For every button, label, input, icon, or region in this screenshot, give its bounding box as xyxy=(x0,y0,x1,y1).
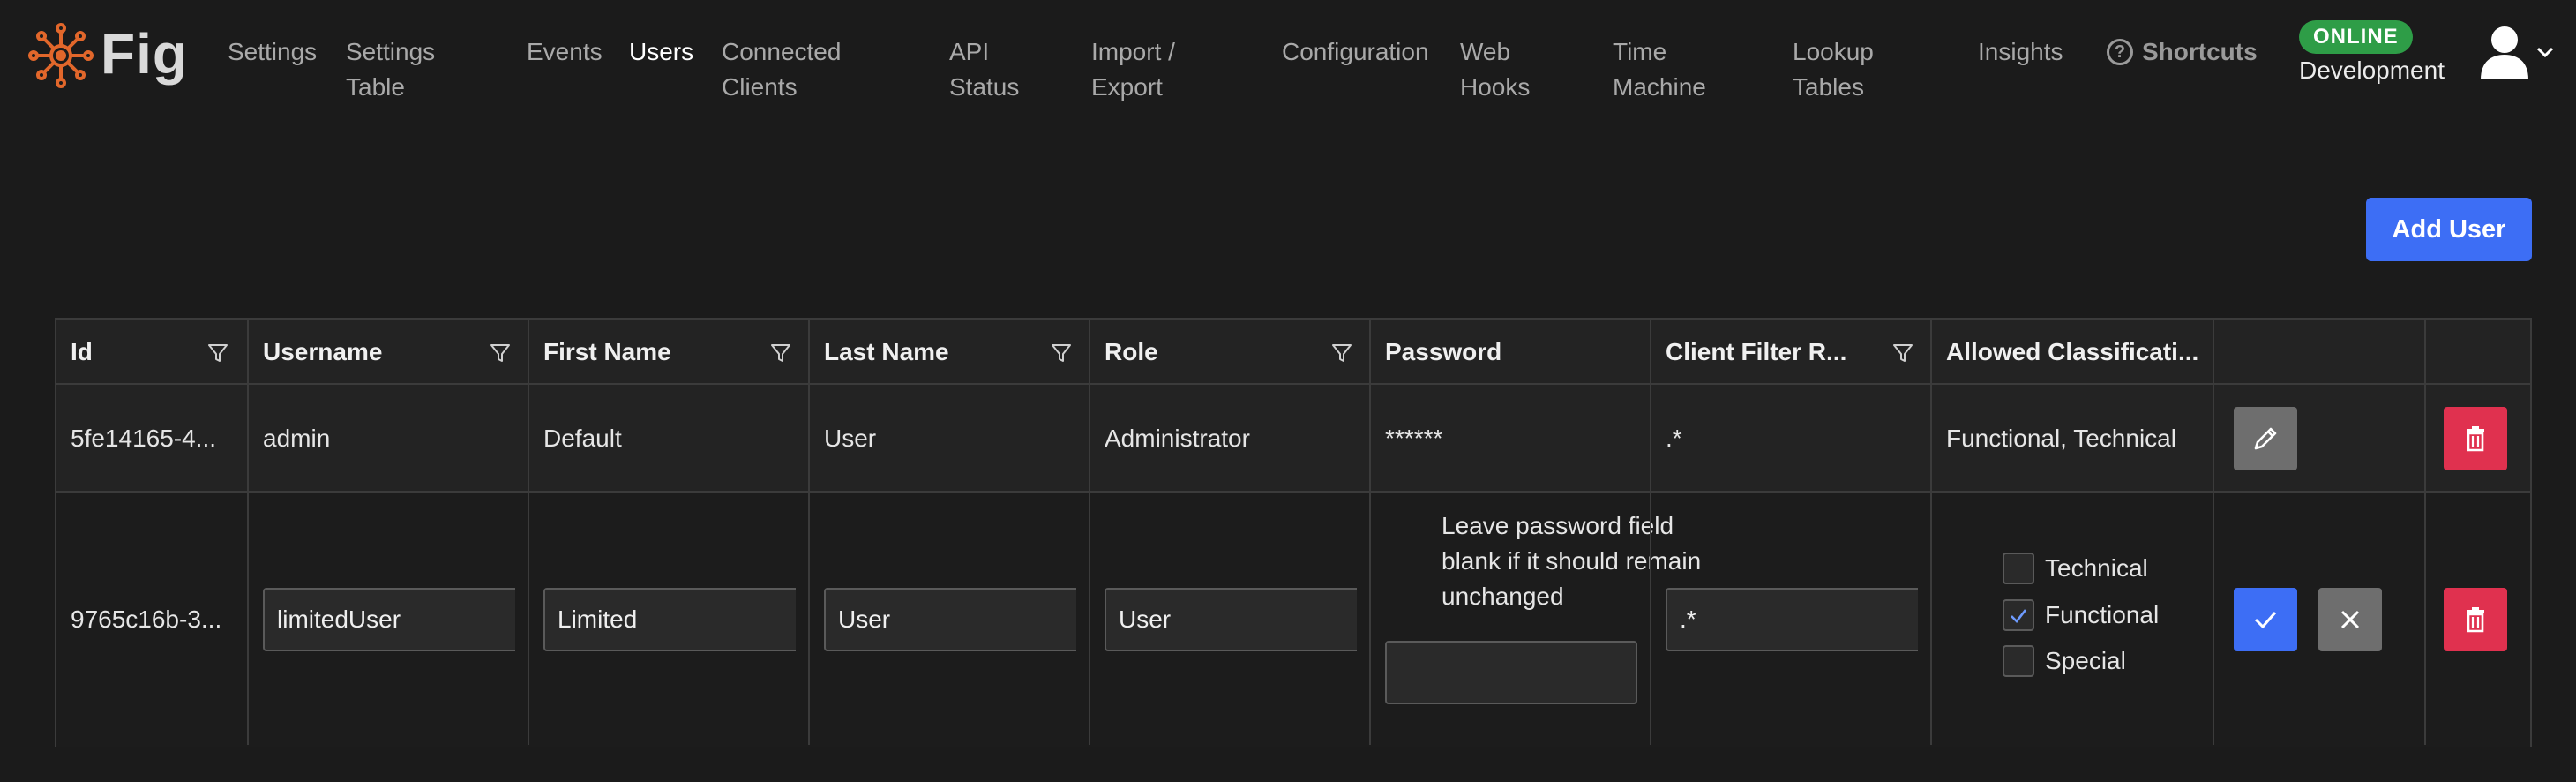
table-row: 5fe14165-4... admin Default User Adminis… xyxy=(56,385,2530,493)
fig-logo-icon xyxy=(28,23,94,88)
nav-settings[interactable]: Settings xyxy=(228,34,317,70)
column-header-allowed-classifications[interactable]: Allowed Classificati... xyxy=(1946,320,2214,385)
users-table: Id Username First Name Last Name Role Pa… xyxy=(55,318,2532,747)
cell-role: Administrator xyxy=(1105,425,1250,452)
nav-lookup-tables[interactable]: Lookup Tables xyxy=(1793,34,1874,105)
column-header-client-filter[interactable]: Client Filter R... xyxy=(1666,320,1895,385)
password-input[interactable] xyxy=(1385,641,1637,704)
save-button[interactable] xyxy=(2234,588,2297,651)
nav-time-machine[interactable]: Time Machine xyxy=(1613,34,1706,105)
cell-classifications: Functional, Technical xyxy=(1946,425,2176,452)
checkbox[interactable] xyxy=(2003,553,2034,584)
last-name-input[interactable] xyxy=(824,588,1076,651)
user-avatar-icon xyxy=(2481,26,2528,79)
checkbox-label: Special xyxy=(2045,647,2126,674)
column-divider[interactable] xyxy=(1930,320,1932,745)
delete-button[interactable] xyxy=(2444,588,2507,651)
column-divider[interactable] xyxy=(808,320,810,745)
filter-icon[interactable] xyxy=(206,342,229,365)
trash-icon xyxy=(2467,426,2484,452)
top-nav: Fig Settings Settings Table Events Users… xyxy=(0,0,2576,115)
cell-username: admin xyxy=(263,425,331,452)
cell-client-filter: .* xyxy=(1666,425,1682,452)
nav-users[interactable]: Users xyxy=(629,34,693,70)
column-header-first-name[interactable]: First Name xyxy=(543,320,764,385)
table-row-editing: 9765c16b-3... Leave password field blank… xyxy=(56,493,2530,747)
nav-configuration[interactable]: Configuration xyxy=(1282,34,1429,70)
check-icon xyxy=(2011,609,2027,623)
check-icon xyxy=(2254,612,2277,629)
question-circle-icon: ? xyxy=(2107,39,2133,65)
status-badge: ONLINE xyxy=(2299,20,2413,54)
cell-first-name: Default xyxy=(543,425,622,452)
filter-icon[interactable] xyxy=(769,342,792,365)
role-select[interactable] xyxy=(1105,588,1357,651)
shortcuts-label: Shortcuts xyxy=(2142,38,2258,65)
filter-icon[interactable] xyxy=(1050,342,1073,365)
first-name-input[interactable] xyxy=(543,588,796,651)
pencil-icon xyxy=(2254,427,2277,450)
username-input[interactable] xyxy=(263,588,515,651)
column-divider[interactable] xyxy=(528,320,529,745)
nav-insights[interactable]: Insights xyxy=(1978,34,2063,70)
cancel-button[interactable] xyxy=(2318,588,2382,651)
nav-web-hooks[interactable]: Web Hooks xyxy=(1460,34,1530,105)
checkbox-checked[interactable] xyxy=(2003,599,2034,631)
nav-events[interactable]: Events xyxy=(527,34,603,70)
trash-icon xyxy=(2467,607,2484,633)
nav-api-status[interactable]: API Status xyxy=(949,34,1019,105)
classification-option-special[interactable]: Special xyxy=(2003,645,2126,677)
edit-button[interactable] xyxy=(2234,407,2297,470)
nav-connected-clients[interactable]: Connected Clients xyxy=(722,34,841,105)
cell-password: ****** xyxy=(1385,425,1443,452)
nav-settings-table[interactable]: Settings Table xyxy=(346,34,435,105)
filter-icon[interactable] xyxy=(1891,342,1914,365)
column-header-last-name[interactable]: Last Name xyxy=(824,320,1045,385)
column-divider[interactable] xyxy=(1089,320,1090,745)
column-divider[interactable] xyxy=(247,320,249,745)
filter-icon[interactable] xyxy=(1330,342,1353,365)
cell-id: 5fe14165-4... xyxy=(71,425,217,452)
fig-logo[interactable]: Fig xyxy=(25,19,188,92)
checkbox-label: Functional xyxy=(2045,601,2160,628)
classification-option-technical[interactable]: Technical xyxy=(2003,553,2148,584)
column-divider[interactable] xyxy=(1369,320,1371,745)
column-divider[interactable] xyxy=(1650,320,1651,745)
chevron-down-icon xyxy=(2536,47,2554,58)
column-header-id[interactable]: Id xyxy=(71,320,212,385)
cell-last-name: User xyxy=(824,425,877,452)
column-header-role[interactable]: Role xyxy=(1105,320,1325,385)
shortcuts-link[interactable]: ? Shortcuts xyxy=(2107,34,2258,70)
checkbox[interactable] xyxy=(2003,645,2034,677)
close-icon xyxy=(2340,610,2360,629)
add-user-button[interactable]: Add User xyxy=(2366,198,2532,261)
environment-label: Development xyxy=(2299,56,2445,84)
table-header: Id Username First Name Last Name Role Pa… xyxy=(56,320,2530,385)
client-filter-input[interactable] xyxy=(1666,588,1918,651)
column-divider[interactable] xyxy=(2424,320,2426,745)
filter-icon[interactable] xyxy=(489,342,512,365)
checkbox-label: Technical xyxy=(2045,554,2148,582)
nav-import-export[interactable]: Import / Export xyxy=(1091,34,1175,105)
column-divider[interactable] xyxy=(2213,320,2214,745)
user-menu[interactable] xyxy=(2479,25,2555,79)
app-name: Fig xyxy=(101,22,188,86)
column-header-username[interactable]: Username xyxy=(263,320,483,385)
classification-option-functional[interactable]: Functional xyxy=(2003,599,2159,631)
column-header-password[interactable]: Password xyxy=(1385,320,1650,385)
cell-id: 9765c16b-3... xyxy=(71,605,222,633)
delete-button[interactable] xyxy=(2444,407,2507,470)
